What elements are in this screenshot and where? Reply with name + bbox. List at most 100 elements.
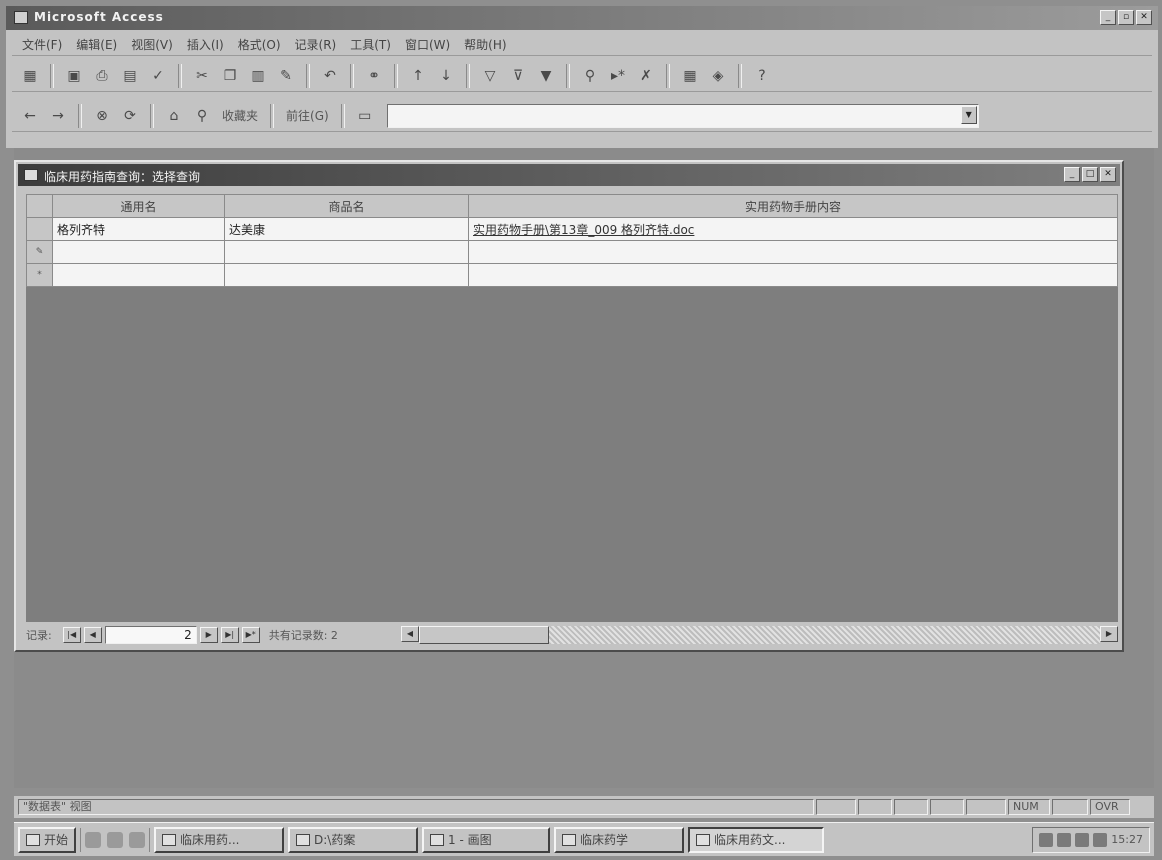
tray-antivirus-icon[interactable]: [1093, 832, 1108, 847]
home-icon[interactable]: ⌂: [162, 104, 186, 128]
manual-content-cell[interactable]: [468, 240, 1118, 264]
generic-name-cell[interactable]: 格列齐特: [52, 217, 225, 241]
header-row: 通用名 商品名 实用药物手册内容: [26, 194, 1118, 218]
query-close-button[interactable]: ✕: [1100, 167, 1116, 182]
num-lock-indicator: NUM: [1008, 799, 1050, 815]
query-window-icon[interactable]: [24, 169, 38, 181]
brand-name-cell[interactable]: [224, 263, 469, 287]
query-minimize-button[interactable]: _: [1064, 167, 1080, 182]
filter-by-form-icon[interactable]: ⊽: [506, 64, 530, 88]
go-menu[interactable]: 前往(G): [282, 107, 333, 124]
generic-name-cell[interactable]: [52, 263, 225, 287]
refresh-icon[interactable]: ⟳: [118, 104, 142, 128]
query-maximize-button[interactable]: □: [1082, 167, 1098, 182]
new-record-selector[interactable]: *: [26, 263, 53, 287]
menu-edit[interactable]: 编辑(E): [76, 36, 117, 53]
new-object-icon[interactable]: ◈: [706, 64, 730, 88]
taskbar-button-paint[interactable]: 1 - 画图: [422, 826, 551, 853]
forward-arrow-icon[interactable]: →: [46, 104, 70, 128]
database-window-icon[interactable]: ▦: [678, 64, 702, 88]
address-input[interactable]: ▼: [386, 103, 979, 128]
outlook-express-icon[interactable]: [107, 831, 124, 848]
undo-icon[interactable]: ↶: [318, 64, 342, 88]
column-header-brand-name[interactable]: 商品名: [224, 194, 469, 218]
brand-name-cell[interactable]: 达美康: [224, 217, 469, 241]
search-web-icon[interactable]: ⚲: [190, 104, 214, 128]
taskbar-button-folder[interactable]: 临床用药...: [154, 826, 285, 853]
horizontal-scrollbar[interactable]: ◀ ▶: [400, 626, 1118, 644]
menu-window[interactable]: 窗口(W): [405, 36, 450, 53]
query-title: 临床用药指南查询：选择查询: [44, 170, 201, 184]
menu-view[interactable]: 视图(V): [131, 36, 173, 53]
manual-content-hyperlink[interactable]: 实用药物手册\第13章_009 格列齐特.doc: [468, 217, 1118, 241]
taskbar-button-database[interactable]: 临床药学: [554, 826, 685, 853]
menu-insert[interactable]: 插入(I): [187, 36, 224, 53]
restore-button[interactable]: ▫: [1118, 10, 1134, 25]
minimize-button[interactable]: _: [1100, 10, 1116, 25]
sort-ascending-icon[interactable]: ↑: [406, 64, 430, 88]
help-icon[interactable]: ?: [750, 64, 774, 88]
save-icon[interactable]: ▣: [62, 64, 86, 88]
apply-filter-icon[interactable]: ▼: [534, 64, 558, 88]
record-selector[interactable]: ✎: [26, 240, 53, 264]
record-selector[interactable]: [26, 217, 53, 241]
internet-explorer-icon[interactable]: [85, 831, 102, 848]
insert-hyperlink-icon[interactable]: ⚭: [362, 64, 386, 88]
clock[interactable]: 15:27: [1111, 833, 1143, 846]
sort-descending-icon[interactable]: ↓: [434, 64, 458, 88]
brand-name-cell[interactable]: [224, 240, 469, 264]
back-arrow-icon[interactable]: ←: [18, 104, 42, 128]
print-preview-icon[interactable]: ▤: [118, 64, 142, 88]
taskbar-button-access[interactable]: 临床用药文...: [688, 826, 825, 853]
scroll-left-button[interactable]: ◀: [400, 626, 419, 642]
menu-help[interactable]: 帮助(H): [464, 36, 506, 53]
new-record-icon[interactable]: ▸*: [606, 64, 630, 88]
copy-icon[interactable]: ❐: [218, 64, 242, 88]
toolbar-separator: [150, 103, 154, 128]
last-record-button[interactable]: ▶|: [220, 627, 239, 643]
toolbar-separator: [306, 63, 310, 88]
favorites-menu[interactable]: 收藏夹: [218, 107, 262, 124]
menu-file[interactable]: 文件(F): [22, 36, 62, 53]
taskbar-button-explorer[interactable]: D:\药案: [288, 826, 419, 853]
close-button[interactable]: ✕: [1136, 10, 1152, 25]
generic-name-cell[interactable]: [52, 240, 225, 264]
menu-records[interactable]: 记录(R): [295, 36, 337, 53]
windows-logo-icon: [26, 833, 40, 846]
scrollbar-thumb[interactable]: [418, 626, 549, 644]
tray-input-method-icon[interactable]: [1075, 832, 1090, 847]
select-all-corner[interactable]: [26, 194, 53, 218]
tray-volume-icon[interactable]: [1057, 832, 1072, 847]
first-record-button[interactable]: |◀: [62, 627, 81, 643]
tray-network-icon[interactable]: [1039, 832, 1054, 847]
toolbar-separator: [178, 63, 182, 88]
record-number-input[interactable]: 2: [104, 626, 197, 644]
column-header-generic-name[interactable]: 通用名: [52, 194, 225, 218]
view-icon[interactable]: ▦: [18, 64, 42, 88]
spelling-icon[interactable]: ✓: [146, 64, 170, 88]
address-dropdown-icon[interactable]: ▼: [960, 105, 977, 124]
find-icon[interactable]: ⚲: [578, 64, 602, 88]
next-record-button[interactable]: ▶: [199, 627, 218, 643]
stop-icon[interactable]: ⊗: [90, 104, 114, 128]
new-record-button[interactable]: ▶*: [241, 627, 260, 643]
cut-icon[interactable]: ✂: [190, 64, 214, 88]
filter-by-selection-icon[interactable]: ▽: [478, 64, 502, 88]
show-desktop-icon[interactable]: [129, 831, 146, 848]
previous-record-button[interactable]: ◀: [83, 627, 102, 643]
menu-format[interactable]: 格式(O): [238, 36, 281, 53]
scroll-right-button[interactable]: ▶: [1100, 626, 1118, 642]
scrollbar-track[interactable]: [418, 626, 1100, 644]
delete-record-icon[interactable]: ✗: [634, 64, 658, 88]
paste-icon[interactable]: ▥: [246, 64, 270, 88]
start-button[interactable]: 开始: [18, 826, 77, 853]
print-icon[interactable]: ⎙: [90, 64, 114, 88]
menu-tools[interactable]: 工具(T): [350, 36, 391, 53]
manual-content-cell[interactable]: [468, 263, 1118, 287]
start-label: 开始: [44, 833, 69, 847]
format-painter-icon[interactable]: ✎: [274, 64, 298, 88]
access-app-icon[interactable]: [14, 11, 28, 24]
query-title-bar[interactable]: 临床用药指南查询：选择查询 _ □ ✕: [18, 164, 1120, 186]
column-header-manual-content[interactable]: 实用药物手册内容: [468, 194, 1118, 218]
show-only-web-toolbar-icon[interactable]: ▭: [353, 104, 377, 128]
